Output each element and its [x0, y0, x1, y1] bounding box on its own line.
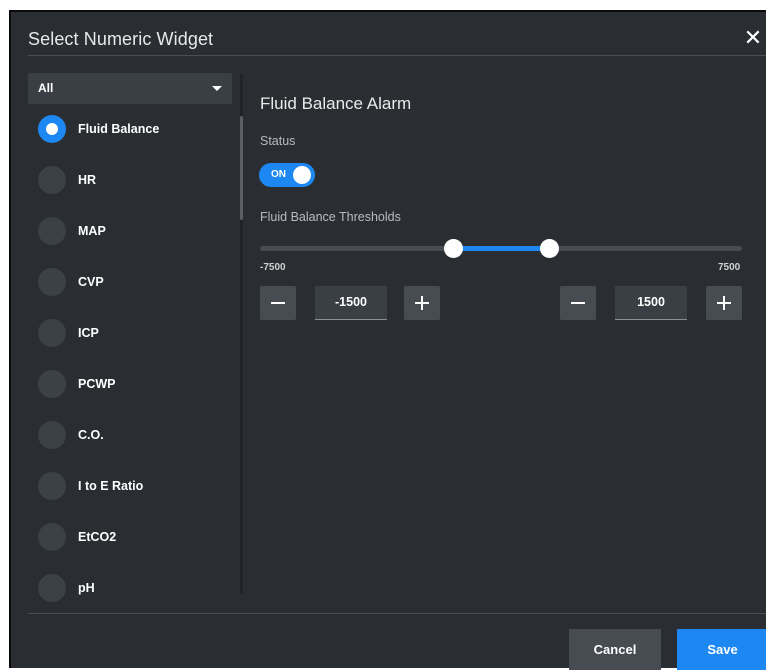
- list-item-icp[interactable]: ICP: [38, 318, 228, 348]
- radio-button[interactable]: [38, 115, 66, 143]
- scrollbar-thumb[interactable]: [240, 116, 243, 220]
- dialog-title: Select Numeric Widget: [28, 29, 214, 49]
- status-label: Status: [260, 134, 296, 148]
- list-item-ph[interactable]: pH: [38, 573, 228, 602]
- widget-list: Fluid Balance HR MAP CVP ICP PCWP C.O. I…: [28, 114, 238, 602]
- slider-high-handle[interactable]: [540, 239, 560, 258]
- status-toggle[interactable]: ON: [259, 163, 315, 187]
- plus-icon-vertical: [723, 296, 725, 310]
- list-item-map[interactable]: MAP: [38, 216, 228, 246]
- list-item-label: MAP: [78, 224, 106, 238]
- alarm-panel-title: Fluid Balance Alarm: [260, 94, 412, 113]
- high-threshold-field[interactable]: 1500: [615, 286, 687, 320]
- slider-low-handle[interactable]: [443, 239, 463, 258]
- header-divider: [28, 55, 766, 56]
- select-numeric-widget-dialog: Select Numeric Widget ✕ All Fluid Balanc…: [9, 10, 766, 670]
- cancel-button[interactable]: Cancel: [569, 629, 661, 670]
- list-item-label: Fluid Balance: [78, 122, 160, 136]
- list-item-label: ICP: [78, 326, 99, 340]
- slider-max-label: 7500: [718, 262, 741, 273]
- slider-selected-range: [452, 246, 550, 251]
- list-item-cvp[interactable]: CVP: [38, 267, 228, 297]
- list-item-label: EtCO2: [78, 530, 117, 544]
- radio-button[interactable]: [38, 217, 66, 245]
- list-item-fluid-balance[interactable]: Fluid Balance: [38, 114, 228, 144]
- toggle-text: ON: [271, 169, 286, 180]
- radio-button[interactable]: [38, 370, 66, 398]
- low-threshold-field[interactable]: -1500: [315, 286, 387, 320]
- close-icon[interactable]: ✕: [742, 27, 764, 49]
- high-increment-button[interactable]: [706, 286, 742, 320]
- list-item-label: I to E Ratio: [78, 479, 144, 493]
- list-item-label: PCWP: [78, 377, 116, 391]
- category-filter-dropdown[interactable]: All: [28, 73, 232, 104]
- high-decrement-button[interactable]: [560, 286, 596, 320]
- radio-button[interactable]: [38, 574, 66, 602]
- radio-button[interactable]: [38, 319, 66, 347]
- list-item-label: HR: [78, 173, 97, 187]
- minus-icon: [271, 302, 285, 304]
- list-scrollbar[interactable]: [240, 74, 243, 594]
- chevron-down-icon: [212, 86, 222, 91]
- list-item-label: CVP: [78, 275, 104, 289]
- save-button[interactable]: Save: [677, 629, 766, 670]
- list-item-pcwp[interactable]: PCWP: [38, 369, 228, 399]
- slider-min-label: -7500: [260, 262, 286, 273]
- list-item-etco2[interactable]: EtCO2: [38, 522, 228, 552]
- thresholds-label: Fluid Balance Thresholds: [260, 210, 401, 224]
- radio-button[interactable]: [38, 472, 66, 500]
- radio-button[interactable]: [38, 268, 66, 296]
- list-item-label: C.O.: [78, 428, 104, 442]
- radio-button[interactable]: [38, 421, 66, 449]
- low-increment-button[interactable]: [404, 286, 440, 320]
- radio-button[interactable]: [38, 166, 66, 194]
- filter-selected-value: All: [38, 81, 54, 95]
- threshold-range-slider[interactable]: [260, 239, 742, 258]
- low-decrement-button[interactable]: [260, 286, 296, 320]
- list-item-i-to-e-ratio[interactable]: I to E Ratio: [38, 471, 228, 501]
- list-item-label: pH: [78, 581, 95, 595]
- plus-icon-vertical: [421, 296, 423, 310]
- list-item-co[interactable]: C.O.: [38, 420, 228, 450]
- toggle-knob: [293, 166, 311, 184]
- radio-button[interactable]: [38, 523, 66, 551]
- minus-icon: [571, 302, 585, 304]
- list-item-hr[interactable]: HR: [38, 165, 228, 195]
- footer-divider: [28, 613, 766, 614]
